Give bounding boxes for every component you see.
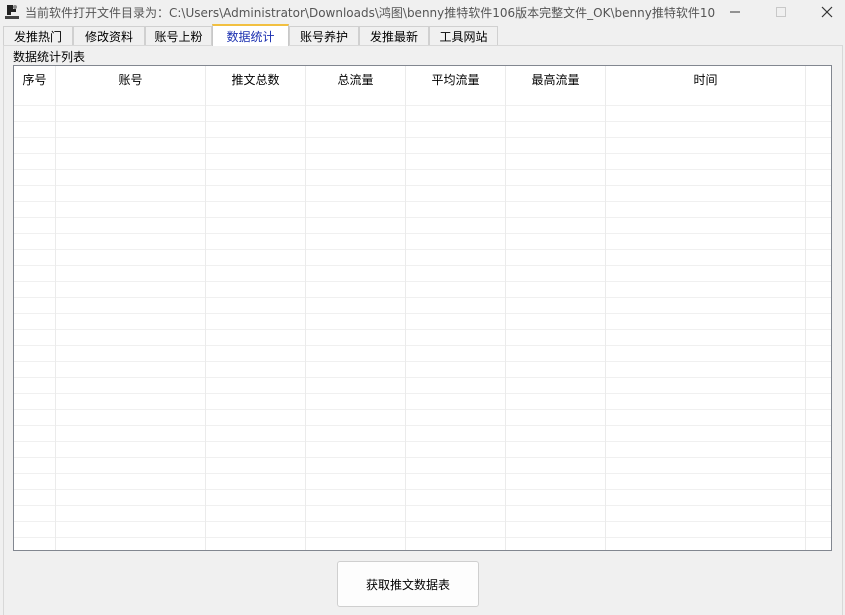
app-icon bbox=[4, 3, 20, 20]
tab-xiugai-ziliao[interactable]: 修改资料 bbox=[73, 26, 145, 45]
grid-row-line bbox=[14, 361, 831, 362]
maximize-icon bbox=[776, 7, 786, 17]
fetch-tweet-data-button[interactable]: 获取推文数据表 bbox=[337, 561, 479, 607]
column-header-index[interactable]: 序号 bbox=[14, 66, 56, 92]
table-header: 序号 账号 推文总数 总流量 平均流量 最高流量 时间 bbox=[14, 66, 831, 92]
grid-row-line bbox=[14, 313, 831, 314]
grid-row-line bbox=[14, 249, 831, 250]
grid-row-line bbox=[14, 281, 831, 282]
grid-row-line bbox=[14, 233, 831, 234]
column-divider bbox=[605, 66, 606, 550]
grid-row-line bbox=[14, 393, 831, 394]
tab-zhanghao-yanghu[interactable]: 账号养护 bbox=[289, 26, 359, 45]
grid-row-line bbox=[14, 265, 831, 266]
tab-fatui-zuixin[interactable]: 发推最新 bbox=[359, 26, 429, 45]
grid-row-line bbox=[14, 521, 831, 522]
grid-row-line bbox=[14, 217, 831, 218]
grid-row-line bbox=[14, 441, 831, 442]
grid-row-line bbox=[14, 121, 831, 122]
title-bar: 当前软件打开文件目录为：C:\Users\Administrator\Downl… bbox=[0, 0, 845, 24]
maximize-button[interactable] bbox=[758, 0, 804, 24]
column-header-account[interactable]: 账号 bbox=[56, 66, 206, 92]
tab-zhanghao-shangfen[interactable]: 账号上粉 bbox=[145, 26, 212, 45]
column-divider bbox=[55, 66, 56, 550]
grid-row-line bbox=[14, 537, 831, 538]
column-divider bbox=[405, 66, 406, 550]
grid-row-line bbox=[14, 345, 831, 346]
close-icon bbox=[821, 6, 833, 18]
column-header-total-traffic[interactable]: 总流量 bbox=[306, 66, 406, 92]
column-header-tweet-count[interactable]: 推文总数 bbox=[206, 66, 306, 92]
column-header-avg-traffic[interactable]: 平均流量 bbox=[406, 66, 506, 92]
column-divider bbox=[205, 66, 206, 550]
minimize-button[interactable] bbox=[712, 0, 758, 24]
grid-row-line bbox=[14, 425, 831, 426]
window-title: 当前软件打开文件目录为：C:\Users\Administrator\Downl… bbox=[25, 6, 715, 20]
grid-row-line bbox=[14, 137, 831, 138]
column-divider bbox=[505, 66, 506, 550]
grid-row-line bbox=[14, 329, 831, 330]
column-header-time[interactable]: 时间 bbox=[606, 66, 806, 92]
grid-row-line bbox=[14, 153, 831, 154]
column-divider bbox=[305, 66, 306, 550]
grid-row-line bbox=[14, 185, 831, 186]
grid-row-line bbox=[14, 473, 831, 474]
grid-row-line bbox=[14, 105, 831, 106]
tab-gongju-wangzhan[interactable]: 工具网站 bbox=[429, 26, 498, 45]
close-button[interactable] bbox=[804, 0, 845, 24]
grid-row-line bbox=[14, 201, 831, 202]
column-header-max-traffic[interactable]: 最高流量 bbox=[506, 66, 606, 92]
grid-row-line bbox=[14, 409, 831, 410]
grid-row-line bbox=[14, 505, 831, 506]
grid-row-line bbox=[14, 297, 831, 298]
grid-row-line bbox=[14, 377, 831, 378]
group-label: 数据统计列表 bbox=[13, 50, 86, 64]
data-table[interactable]: 序号 账号 推文总数 总流量 平均流量 最高流量 时间 bbox=[13, 65, 832, 551]
tab-shuju-tongji[interactable]: 数据统计 bbox=[212, 24, 289, 46]
column-divider bbox=[805, 66, 806, 550]
grid-row-line bbox=[14, 169, 831, 170]
minimize-icon bbox=[730, 11, 740, 13]
grid-row-line bbox=[14, 489, 831, 490]
table-body bbox=[14, 92, 831, 550]
grid-row-line bbox=[14, 457, 831, 458]
tab-fatui-remen[interactable]: 发推热门 bbox=[3, 26, 73, 45]
tab-strip: 发推热门 修改资料 账号上粉 数据统计 账号养护 发推最新 工具网站 bbox=[3, 24, 843, 46]
